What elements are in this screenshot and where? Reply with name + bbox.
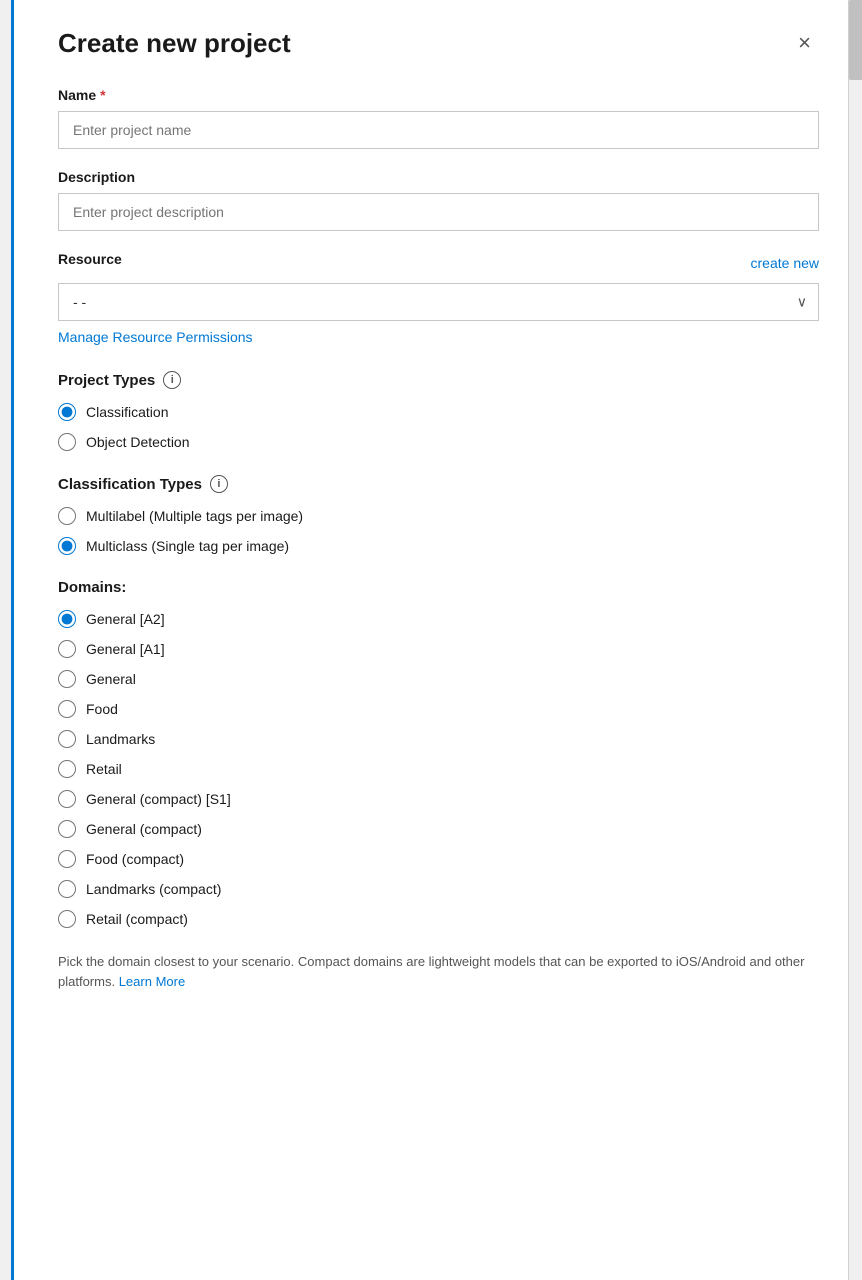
required-indicator: * — [100, 87, 105, 103]
project-types-section: Project Types i Classification Object De… — [58, 371, 819, 451]
domain-retail-compact[interactable]: Retail (compact) — [58, 910, 819, 928]
classification-types-info-icon: i — [210, 475, 228, 493]
domain-general-a2[interactable]: General [A2] — [58, 610, 819, 628]
create-project-dialog: Create new project × Name* Description R… — [11, 0, 851, 1280]
multiclass-radio[interactable] — [58, 537, 76, 555]
scrollbar[interactable] — [848, 0, 862, 1280]
general-compact-radio[interactable] — [58, 820, 76, 838]
resource-select[interactable]: - - — [58, 283, 819, 321]
general-compact-s1-radio[interactable] — [58, 790, 76, 808]
classification-types-radio-group: Multilabel (Multiple tags per image) Mul… — [58, 507, 819, 555]
classification-type-multiclass[interactable]: Multiclass (Single tag per image) — [58, 537, 819, 555]
create-new-link[interactable]: create new — [751, 255, 819, 271]
retail-radio[interactable] — [58, 760, 76, 778]
domain-general[interactable]: General — [58, 670, 819, 688]
domain-general-a1[interactable]: General [A1] — [58, 640, 819, 658]
general-a2-radio[interactable] — [58, 610, 76, 628]
dialog-title: Create new project — [58, 28, 291, 59]
domain-general-compact-s1[interactable]: General (compact) [S1] — [58, 790, 819, 808]
domain-landmarks-compact[interactable]: Landmarks (compact) — [58, 880, 819, 898]
domains-section: Domains: General [A2] General [A1] Gener… — [58, 579, 819, 928]
domain-retail[interactable]: Retail — [58, 760, 819, 778]
domain-general-compact[interactable]: General (compact) — [58, 820, 819, 838]
dialog-header: Create new project × — [58, 28, 819, 59]
description-label: Description — [58, 169, 819, 185]
general-a1-radio[interactable] — [58, 640, 76, 658]
classification-radio[interactable] — [58, 403, 76, 421]
project-types-info-icon: i — [163, 371, 181, 389]
close-button[interactable]: × — [790, 28, 819, 58]
domain-food-compact[interactable]: Food (compact) — [58, 850, 819, 868]
project-type-classification[interactable]: Classification — [58, 403, 819, 421]
landmarks-radio[interactable] — [58, 730, 76, 748]
domains-label: Domains: — [58, 579, 819, 596]
learn-more-link[interactable]: Learn More — [119, 974, 185, 989]
resource-select-wrapper: - - ∨ — [58, 283, 819, 321]
domains-radio-group: General [A2] General [A1] General Food L… — [58, 610, 819, 928]
food-compact-radio[interactable] — [58, 850, 76, 868]
resource-field-group: Resource create new - - ∨ Manage Resourc… — [58, 251, 819, 347]
landmarks-compact-radio[interactable] — [58, 880, 76, 898]
name-label: Name* — [58, 87, 819, 103]
retail-compact-radio[interactable] — [58, 910, 76, 928]
name-input[interactable] — [58, 111, 819, 149]
general-radio[interactable] — [58, 670, 76, 688]
classification-types-label: Classification Types i — [58, 475, 819, 493]
resource-row: Resource create new — [58, 251, 819, 275]
multilabel-radio[interactable] — [58, 507, 76, 525]
footer-note: Pick the domain closest to your scenario… — [58, 952, 819, 991]
description-field-group: Description — [58, 169, 819, 231]
project-types-radio-group: Classification Object Detection — [58, 403, 819, 451]
resource-label: Resource — [58, 251, 122, 267]
description-input[interactable] — [58, 193, 819, 231]
food-radio[interactable] — [58, 700, 76, 718]
project-types-label: Project Types i — [58, 371, 819, 389]
domain-food[interactable]: Food — [58, 700, 819, 718]
object-detection-radio[interactable] — [58, 433, 76, 451]
name-field-group: Name* — [58, 87, 819, 149]
manage-resource-permissions-link[interactable]: Manage Resource Permissions — [58, 329, 253, 345]
classification-type-multilabel[interactable]: Multilabel (Multiple tags per image) — [58, 507, 819, 525]
classification-types-section: Classification Types i Multilabel (Multi… — [58, 475, 819, 555]
scrollbar-thumb[interactable] — [849, 0, 862, 80]
domain-landmarks[interactable]: Landmarks — [58, 730, 819, 748]
project-type-object-detection[interactable]: Object Detection — [58, 433, 819, 451]
